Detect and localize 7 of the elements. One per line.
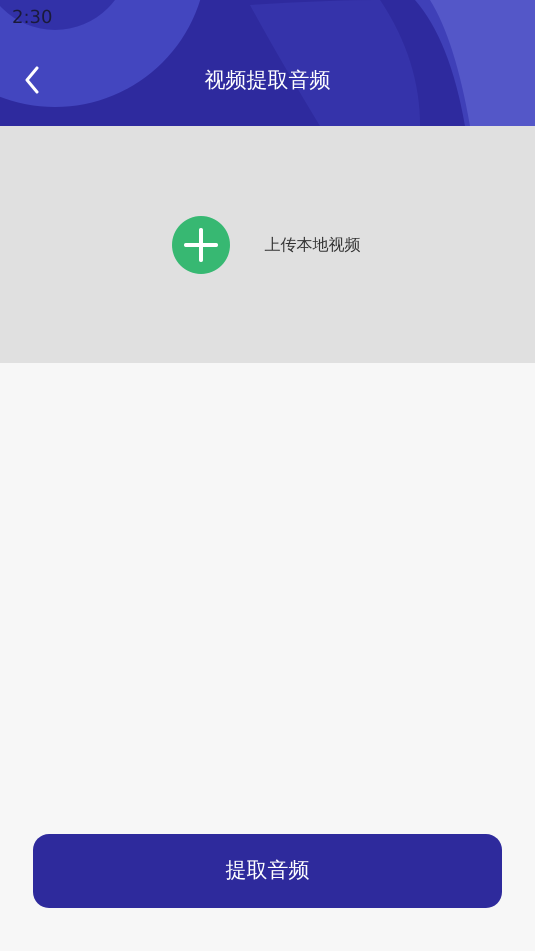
upload-area[interactable]: 上传本地视频 bbox=[0, 126, 535, 363]
page-title: 视频提取音频 bbox=[204, 67, 330, 94]
back-icon bbox=[24, 66, 40, 94]
add-icon bbox=[172, 216, 230, 274]
extract-audio-button[interactable]: 提取音频 bbox=[33, 834, 502, 908]
upload-label: 上传本地视频 bbox=[264, 234, 360, 256]
status-time: 2:30 bbox=[12, 6, 52, 30]
